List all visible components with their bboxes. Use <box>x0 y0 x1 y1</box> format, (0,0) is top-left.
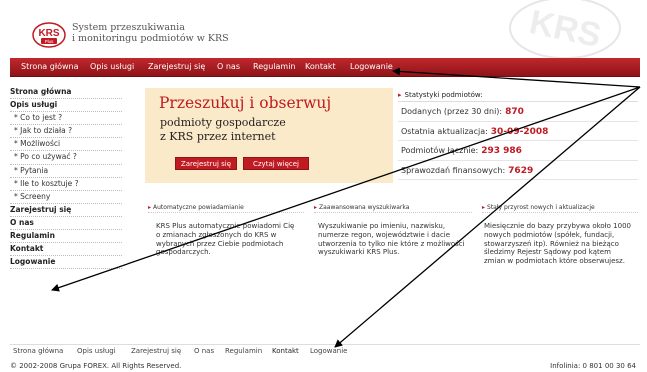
feature-heading: ▸ Stały przyrost nowych i aktualizacje <box>482 202 638 213</box>
stat-row: Podmiotów łącznie: 293 986 <box>398 141 638 161</box>
footer-link-about[interactable]: O nas <box>194 347 214 355</box>
stat-label: Sprawozdań finansowych: <box>401 165 506 175</box>
sidebar-item-pricing[interactable]: * Ile to kosztuje ? <box>10 178 122 191</box>
svg-text:Plus: Plus <box>45 39 55 44</box>
stat-label: Ostatnia aktualizacja: <box>401 126 488 136</box>
read-more-button[interactable]: Czytaj więcej <box>243 157 309 170</box>
main-nav: Strona główna Opis usługi Zarejestruj si… <box>10 58 640 77</box>
header: KRS Plus System przeszukiwania i monitor… <box>0 0 647 59</box>
stat-value: 870 <box>505 107 524 117</box>
stats-heading-text: Statystyki podmiotów: <box>404 91 483 99</box>
tagline-line1: System przeszukiwania <box>72 22 185 33</box>
sidebar-item-about[interactable]: O nas <box>10 217 122 231</box>
infoline: Infolinia: 0 801 00 30 64 <box>550 362 636 370</box>
banner-subtitle-line1: podmioty gospodarcze <box>160 116 286 129</box>
nav-contact[interactable]: Kontakt <box>305 62 336 71</box>
sidebar-item-screenshots[interactable]: * Screeny <box>10 191 122 204</box>
bullet-arrow-icon: ▸ <box>148 204 152 211</box>
nav-terms[interactable]: Regulamin <box>253 62 295 71</box>
sidebar-item-register[interactable]: Zarejestruj się <box>10 204 122 217</box>
footer-link-description[interactable]: Opis usługi <box>77 347 116 355</box>
tagline: System przeszukiwania i monitoringu podm… <box>72 22 229 44</box>
nav-home[interactable]: Strona główna <box>21 62 79 71</box>
nav-about[interactable]: O nas <box>217 62 240 71</box>
feature-heading-text: Zaawansowana wyszukiwarka <box>319 204 410 211</box>
feature-text: Wyszukiwanie po imieniu, nazwisku, numer… <box>318 222 465 257</box>
svg-text:KRS: KRS <box>38 28 59 39</box>
sidebar-item-questions[interactable]: * Pytania <box>10 165 122 178</box>
footer-divider <box>10 344 640 345</box>
feature-heading: ▸ Automatyczne powiadamianie <box>148 202 304 213</box>
stat-value: 293 986 <box>481 146 522 156</box>
register-button[interactable]: Zarejestruj się <box>175 157 237 170</box>
bullet-arrow-icon: ▸ <box>398 91 402 99</box>
footer-link-contact[interactable]: Kontakt <box>272 347 299 355</box>
footer-link-home[interactable]: Strona główna <box>13 347 63 355</box>
sidebar-item-why-use[interactable]: * Po co używać ? <box>10 151 122 165</box>
nav-login[interactable]: Logowanie <box>350 62 393 71</box>
stat-label: Dodanych (przez 30 dni): <box>401 107 503 116</box>
stat-value: 30-09-2008 <box>490 126 549 137</box>
sidebar-item-description[interactable]: Opis usługi <box>10 99 122 113</box>
feature-heading-text: Automatyczne powiadamianie <box>153 204 244 211</box>
sidebar-item-contact[interactable]: Kontakt <box>10 243 122 257</box>
promo-banner: Przeszukuj i obserwuj podmioty gospodarc… <box>145 88 393 183</box>
sidebar: Strona główna Opis usługi * Co to jest ?… <box>10 86 122 270</box>
feature-heading-text: Stały przyrost nowych i aktualizacje <box>487 204 595 211</box>
bullet-arrow-icon: ▸ <box>482 204 486 211</box>
sidebar-item-terms[interactable]: Regulamin <box>10 230 122 244</box>
bullet-arrow-icon: ▸ <box>314 204 318 211</box>
banner-subtitle-line2: z KRS przez internet <box>160 130 276 143</box>
sidebar-item-what-is-it[interactable]: * Co to jest ? <box>10 112 122 126</box>
stat-row: Sprawozdań finansowych: 7629 <box>398 161 638 180</box>
copyright: © 2002-2008 Grupa FOREX. All Rights Rese… <box>10 362 182 370</box>
krs-watermark-logo: KRS <box>509 0 621 59</box>
banner-title: Przeszukuj i obserwuj <box>159 94 332 112</box>
svg-text:KRS: KRS <box>526 3 604 55</box>
sidebar-item-capabilities[interactable]: * Możliwości <box>10 138 122 152</box>
nav-description[interactable]: Opis usługi <box>90 62 134 71</box>
stats-panel: ▸ Statystyki podmiotów: Dodanych (przez 3… <box>398 88 638 183</box>
krs-plus-logo[interactable]: KRS Plus <box>32 22 66 48</box>
stat-value: 7629 <box>508 165 534 176</box>
stat-label: Podmiotów łącznie: <box>401 146 479 155</box>
nav-register[interactable]: Zarejestruj się <box>148 62 205 71</box>
footer-link-register[interactable]: Zarejestruj się <box>131 347 181 355</box>
footer-link-terms[interactable]: Regulamin <box>225 347 262 355</box>
footer-link-login[interactable]: Logowanie <box>310 347 348 355</box>
feature-text: Miesięcznie do bazy przybywa około 1000 … <box>484 222 631 266</box>
sidebar-item-how-it-works[interactable]: * Jak to działa ? <box>10 125 122 139</box>
feature-text: KRS Plus automatycznie powiadomi Cię o z… <box>156 222 295 257</box>
stats-heading: ▸ Statystyki podmiotów: <box>398 88 638 102</box>
stat-row: Ostatnia aktualizacja: 30-09-2008 <box>398 122 638 141</box>
sidebar-item-login[interactable]: Logowanie <box>10 256 122 270</box>
tagline-line2: i monitoringu podmiotów w KRS <box>72 33 229 44</box>
stat-row: Dodanych (przez 30 dni): 870 <box>398 102 638 122</box>
sidebar-item-home[interactable]: Strona główna <box>10 86 122 100</box>
feature-heading: ▸ Zaawansowana wyszukiwarka <box>314 202 472 213</box>
